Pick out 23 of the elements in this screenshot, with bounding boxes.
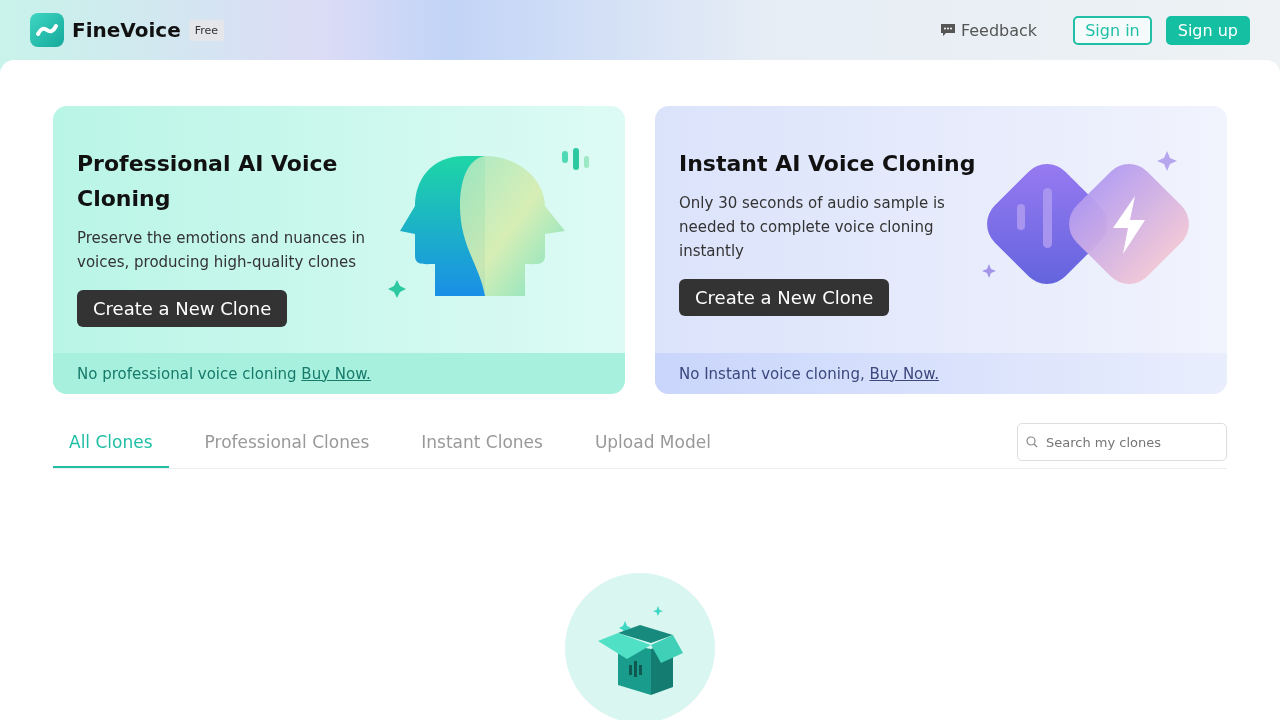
search-field[interactable]: Search my clones [1017, 423, 1227, 461]
card-description: Only 30 seconds of audio sample is needed to complete voice cloning instantly [679, 193, 946, 262]
chat-icon [939, 23, 956, 37]
card-title: Instant AI Voice Cloning [679, 150, 977, 178]
plan-badge: Free [188, 19, 225, 41]
buy-now-link[interactable]: Buy Now. [869, 364, 939, 383]
create-clone-button[interactable]: Create a New Clone [679, 279, 890, 316]
buy-now-link[interactable]: Buy Now. [301, 364, 371, 383]
tab[interactable]: Professional Clones [188, 422, 386, 468]
feedback-label: Feedback [960, 20, 1038, 40]
brand-name: FineVoice [72, 18, 181, 42]
card-footer-text: No Instant voice cloning, Buy Now. [679, 363, 939, 385]
sign-up-button[interactable]: Sign up [1165, 15, 1250, 45]
feedback-link[interactable]: Feedback [939, 20, 1038, 40]
card-footer-text: No professional voice cloning Buy Now. [77, 363, 371, 385]
tab[interactable]: All Clones [53, 422, 169, 468]
card-title: Professional AI Voice Cloning [77, 150, 339, 213]
card-description: Preserve the emotions and nuances in voices, producing high-quality clones [77, 228, 367, 273]
tab[interactable]: Instant Clones [405, 422, 559, 468]
tab[interactable]: Upload Model [578, 422, 727, 468]
create-clone-button[interactable]: Create a New Clone [77, 290, 288, 327]
sign-in-button[interactable]: Sign in [1073, 15, 1152, 45]
logo-icon [30, 13, 64, 47]
